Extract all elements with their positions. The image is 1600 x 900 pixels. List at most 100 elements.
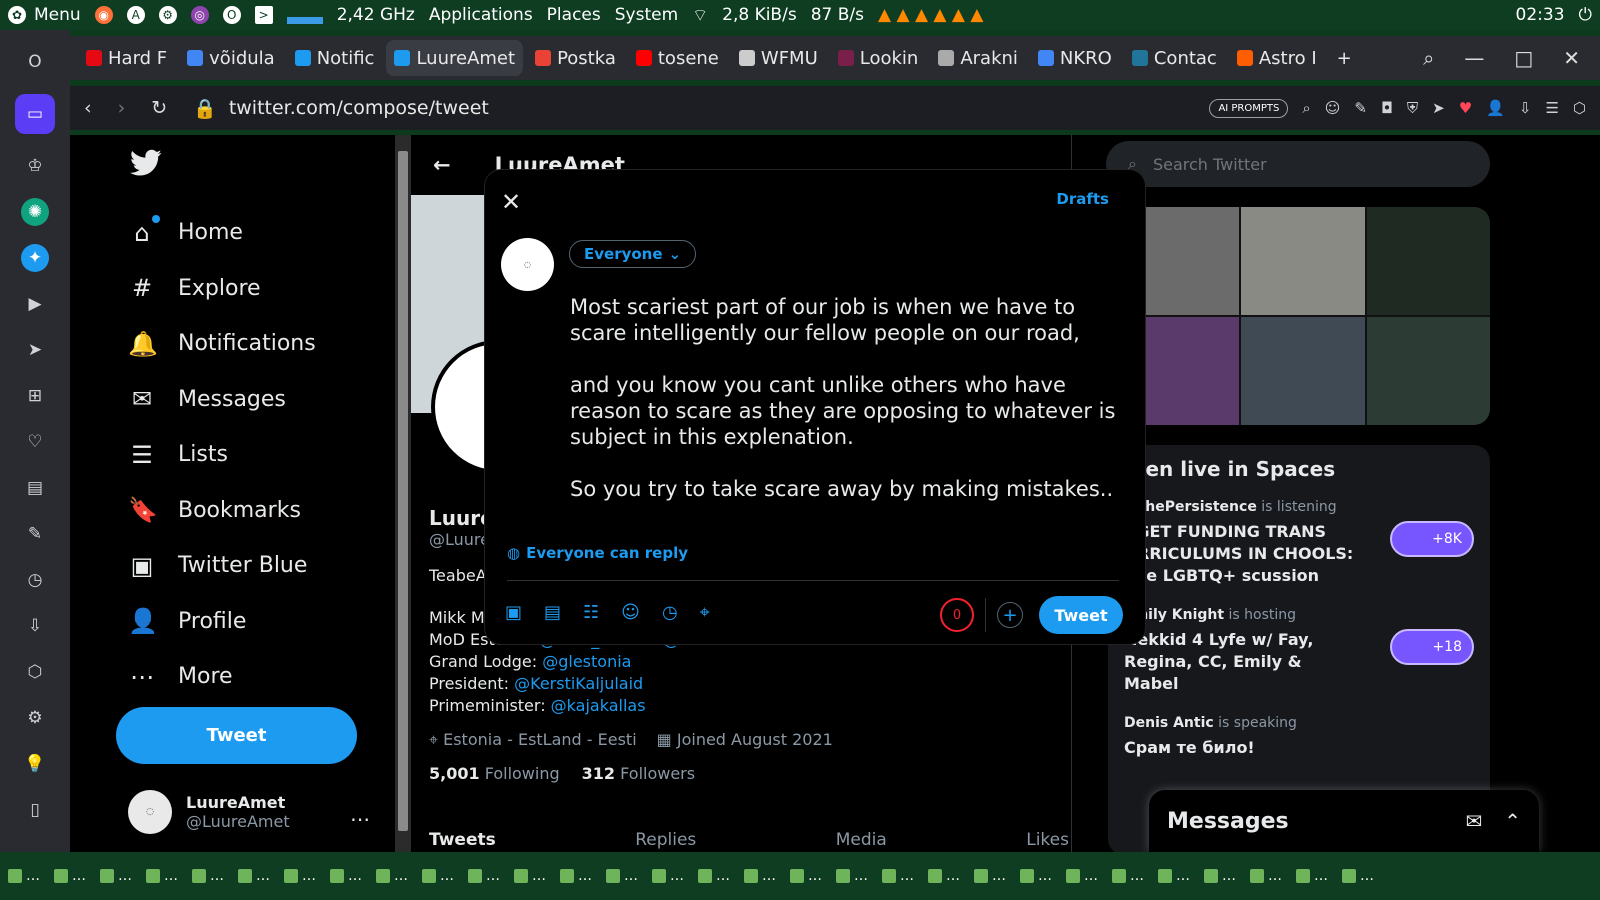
taskbar-window-button[interactable]: … xyxy=(790,868,822,884)
taskbar-window-button[interactable]: … xyxy=(1296,868,1328,884)
vlc-icons[interactable]: ▲ ▲ ▲ ▲ ▲ ▲ xyxy=(878,5,983,25)
nav-item-bookmarks[interactable]: 🔖 Bookmarks xyxy=(128,483,316,539)
tweet-text-area[interactable]: Most scariest part of our job is when we… xyxy=(570,294,1125,502)
maximize-icon[interactable]: □ xyxy=(1514,46,1533,70)
heart-icon[interactable]: ♡ xyxy=(21,428,49,456)
space-item[interactable]: Denis Antic is speaking Срам те било! xyxy=(1124,715,1474,759)
taskbar-window-button[interactable]: … xyxy=(974,868,1006,884)
history-icon[interactable]: ◷ xyxy=(21,566,49,594)
taskbar-window-button[interactable]: … xyxy=(284,868,316,884)
location-icon[interactable]: ⌖ xyxy=(700,602,710,623)
following-link[interactable]: 5,001 Following xyxy=(429,763,560,785)
media-thumb[interactable] xyxy=(1366,317,1490,425)
firefox-icon[interactable]: ◉ xyxy=(94,6,113,24)
player-icon[interactable]: ▶ xyxy=(21,290,49,318)
opera-icon[interactable]: O xyxy=(222,6,241,24)
taskbar-window-button[interactable]: … xyxy=(100,868,132,884)
taskbar-window-button[interactable]: … xyxy=(652,868,684,884)
apps-icon[interactable]: ⊞ xyxy=(21,382,49,410)
applications-menu[interactable]: Applications xyxy=(429,5,533,25)
nav-item-profile[interactable]: 👤 Profile xyxy=(128,594,316,650)
note-icon[interactable]: ▯ xyxy=(21,796,49,824)
bio-pm-link[interactable]: @kajakallas xyxy=(551,696,646,715)
space-item[interactable]: #ThePersistence is listening RGET FUNDING… xyxy=(1124,499,1474,587)
emoji-icon[interactable]: ☺ xyxy=(1325,99,1341,117)
media-thumb[interactable] xyxy=(1366,207,1490,315)
reply-setting-button[interactable]: ◍ Everyone can reply xyxy=(507,544,688,562)
profile-media-grid[interactable] xyxy=(1116,207,1490,425)
taskbar-window-button[interactable]: … xyxy=(1066,868,1098,884)
shield-icon[interactable]: ⛨ xyxy=(1407,99,1418,117)
pen-icon[interactable]: ✎ xyxy=(1354,99,1367,117)
browser-tab[interactable]: Lookin xyxy=(830,40,927,76)
scroll-thumb[interactable] xyxy=(398,151,408,831)
search-input[interactable]: ⌕ Search Twitter xyxy=(1106,141,1490,187)
menu-button[interactable]: ✿ Menu xyxy=(8,5,81,25)
ai-prompts-button[interactable]: AI PROMPTS xyxy=(1209,98,1289,118)
bulb-icon[interactable]: 💡 xyxy=(21,750,49,778)
cube-icon[interactable]: ⬡ xyxy=(21,658,49,686)
tab-tweets[interactable]: Tweets xyxy=(429,830,496,850)
twitter-sidebar-icon[interactable]: ✦ xyxy=(21,244,49,272)
browser-tab[interactable]: Notific xyxy=(287,40,383,76)
browser-tab[interactable]: Contac xyxy=(1124,40,1225,76)
add-thread-button[interactable]: + xyxy=(997,602,1023,628)
taskbar-window-button[interactable]: … xyxy=(744,868,776,884)
camera-icon[interactable]: ◘ xyxy=(1381,99,1393,117)
power-icon[interactable]: ⏻ xyxy=(1579,5,1592,25)
browser-tab[interactable]: WFMU xyxy=(731,40,826,76)
crown-icon[interactable]: ♔ xyxy=(21,152,49,180)
taskbar-window-button[interactable]: … xyxy=(238,868,270,884)
taskbar-window-button[interactable]: … xyxy=(606,868,638,884)
nav-item-lists[interactable]: ☰ Lists xyxy=(128,427,316,483)
taskbar-window-button[interactable]: … xyxy=(54,868,86,884)
new-tab-button[interactable]: + xyxy=(1329,40,1360,76)
taskbar-window-button[interactable]: … xyxy=(330,868,362,884)
send-icon[interactable]: ➤ xyxy=(21,336,49,364)
heart-filled-icon[interactable]: ♥ xyxy=(1459,99,1472,117)
media-thumb[interactable] xyxy=(1241,317,1365,425)
taskbar-window-button[interactable]: … xyxy=(468,868,500,884)
browser-tab[interactable]: Postka xyxy=(527,40,624,76)
flow-icon[interactable]: ➤ xyxy=(1432,99,1445,117)
places-menu[interactable]: Places xyxy=(547,5,601,25)
space-item[interactable]: Emily Knight is hosting Nekkid 4 Lyfe w/ … xyxy=(1124,607,1474,695)
profile-icon[interactable]: 👤 xyxy=(1486,99,1505,117)
clock[interactable]: 02:33 xyxy=(1516,5,1565,25)
gear-icon[interactable]: ⚙ xyxy=(21,704,49,732)
workspace-icon[interactable]: ▭ xyxy=(15,94,55,134)
media-thumb[interactable] xyxy=(1241,207,1365,315)
taskbar-window-button[interactable]: … xyxy=(514,868,546,884)
nav-item-explore[interactable]: # Explore xyxy=(128,261,316,317)
nav-item-notifications[interactable]: 🔔 Notifications xyxy=(128,316,316,372)
new-message-icon[interactable]: ✉ xyxy=(1465,809,1482,833)
nav-item-more[interactable]: ⋯ More xyxy=(128,649,316,705)
gif-icon[interactable]: ▤ xyxy=(544,602,561,623)
bio-lodge-link[interactable]: @glestonia xyxy=(542,652,631,671)
taskbar-window-button[interactable]: … xyxy=(882,868,914,884)
taskbar-window-button[interactable]: … xyxy=(146,868,178,884)
taskbar-window-button[interactable]: … xyxy=(1158,868,1190,884)
browser-tab[interactable]: Astro I xyxy=(1229,40,1325,76)
tab-replies[interactable]: Replies xyxy=(635,830,696,850)
taskbar-window-button[interactable]: … xyxy=(1342,868,1374,884)
twitter-logo-icon[interactable] xyxy=(130,149,164,179)
tab-media[interactable]: Media xyxy=(836,830,887,850)
tor-icon[interactable]: ◎ xyxy=(190,6,209,24)
taskbar-window-button[interactable]: … xyxy=(376,868,408,884)
opera-logo-icon[interactable]: O xyxy=(21,48,49,76)
schedule-icon[interactable]: ◷ xyxy=(662,602,678,623)
taskbar-window-button[interactable]: … xyxy=(1112,868,1144,884)
drafts-button[interactable]: Drafts xyxy=(1056,190,1109,208)
audience-selector[interactable]: Everyone ⌄ xyxy=(569,240,697,268)
search-tabs-icon[interactable]: ⌕ xyxy=(1423,46,1434,70)
followers-link[interactable]: 312 Followers xyxy=(582,763,695,785)
edit-icon[interactable]: ✎ xyxy=(21,520,49,548)
nav-item-messages[interactable]: ✉ Messages xyxy=(128,372,316,428)
downloads-icon[interactable]: ⇩ xyxy=(1519,99,1532,117)
forward-icon[interactable]: › xyxy=(118,97,126,119)
taskbar-window-button[interactable]: … xyxy=(928,868,960,884)
tweet-submit-button[interactable]: Tweet xyxy=(1039,596,1123,634)
back-icon[interactable]: ‹ xyxy=(84,97,92,119)
chatgpt-icon[interactable]: ✺ xyxy=(21,198,49,226)
